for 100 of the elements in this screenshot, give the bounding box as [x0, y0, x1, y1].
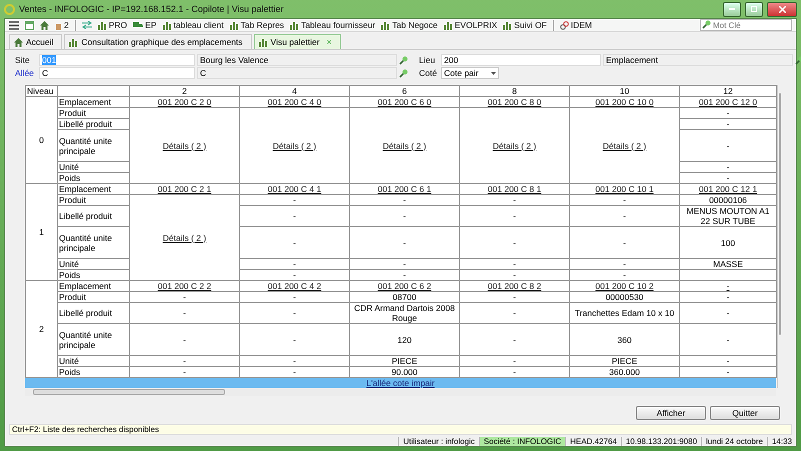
table-cell: - — [240, 292, 350, 302]
table-cell: - — [460, 226, 570, 258]
table-cell: 360 — [570, 324, 680, 356]
input-field[interactable]: C — [39, 67, 195, 79]
toolbar-button[interactable]: Tab Repres — [230, 20, 284, 30]
details-link[interactable]: Détails ( 2 ) — [162, 232, 206, 242]
input-field[interactable]: 200 — [441, 54, 601, 66]
table-cell: CDR Armand Dartois 2008 Rouge — [350, 302, 460, 324]
status-item: HEAD.42764 — [565, 437, 621, 446]
table-cell: - — [240, 324, 350, 356]
row-label: Produit — [58, 292, 130, 302]
table-cell: - — [240, 302, 350, 324]
details-link[interactable]: Détails ( 2 ) — [272, 140, 316, 150]
calendar-icon[interactable] — [25, 20, 34, 30]
toolbar-button[interactable]: EVOLPRIX — [444, 20, 498, 30]
table-cell: - — [680, 162, 776, 172]
horizontal-scrollbar[interactable] — [25, 388, 776, 396]
search-field[interactable]: Mot Clé — [700, 19, 792, 31]
table-cell: - — [460, 292, 570, 302]
table-cell: MASSE — [680, 258, 776, 270]
table-cell: - — [350, 226, 460, 258]
action-button[interactable]: Quitter — [710, 406, 780, 420]
toolbar-button[interactable]: PRO — [98, 20, 128, 30]
details-link[interactable]: Détails ( 2 ) — [602, 140, 646, 150]
table-cell: - — [130, 292, 240, 302]
location-link[interactable]: - — [726, 281, 730, 291]
swap-arrows-icon[interactable] — [82, 21, 92, 29]
table-cell: - — [240, 356, 350, 366]
table-cell: 08700 — [350, 292, 460, 302]
app-logo-icon — [4, 4, 15, 14]
bar-chart-icon — [381, 20, 390, 30]
search-icon[interactable] — [399, 56, 408, 64]
maximize-button[interactable] — [745, 2, 763, 16]
status-item: Société : INFOLOGIC — [478, 437, 566, 446]
status-item: lundi 24 octobre — [701, 437, 767, 446]
table-cell: - — [130, 356, 240, 366]
row-label: Emplacement — [58, 96, 130, 108]
table-cell: - — [680, 292, 776, 302]
toolbar-button[interactable]: tableau client — [162, 20, 224, 30]
status-item: 14:33 — [766, 437, 796, 446]
hint-text: Ctrl+F2: Liste des recherches disponibles — [9, 424, 792, 435]
table-cell: - — [680, 108, 776, 118]
table-cell: - — [350, 258, 460, 270]
odd-side-link[interactable]: L'allée cote impair — [25, 378, 776, 388]
caret-icon — [491, 72, 496, 74]
side-dropdown[interactable]: Cote pair — [441, 67, 499, 79]
column-header: 4 — [240, 86, 350, 96]
tab[interactable]: Visu palettier × — [254, 34, 341, 49]
table-cell: 00000530 — [570, 292, 680, 302]
close-icon — [778, 6, 786, 12]
details-link[interactable]: Détails ( 2 ) — [162, 140, 206, 150]
minimize-button[interactable] — [723, 2, 741, 16]
toolbar-button[interactable]: EP — [133, 20, 156, 30]
table-cell: - — [240, 226, 350, 258]
search-icon[interactable] — [702, 20, 711, 29]
column-header: 2 — [130, 86, 240, 96]
bar-chart-icon — [503, 20, 512, 30]
menu-icon[interactable] — [9, 20, 19, 30]
minimize-icon — [729, 8, 735, 10]
column-header: 10 — [570, 86, 680, 96]
field-label: Allée — [15, 68, 35, 78]
bar-chart-icon — [290, 20, 300, 30]
table-cell: - — [460, 194, 570, 206]
search-icon[interactable] — [399, 68, 408, 78]
vertical-scrollbar[interactable] — [777, 85, 778, 388]
level-number: 0 — [26, 96, 58, 184]
toolbar-button[interactable]: Tableau fournisseur — [290, 20, 376, 30]
toolbar-button[interactable]: Tab Negoce — [381, 20, 438, 30]
table-cell: MENUS MOUTON A1 22 SUR TUBE — [680, 206, 776, 226]
row-label: Libellé produit — [58, 302, 130, 324]
toolbar-button[interactable]: IDEM — [560, 20, 592, 30]
row-label: Emplacement — [58, 184, 130, 194]
column-header: 8 — [460, 86, 570, 96]
table-cell: - — [130, 302, 240, 324]
table-cell: - — [570, 270, 680, 280]
row-label: Poids — [58, 172, 130, 184]
truck-icon — [133, 21, 144, 29]
bar-chart-icon — [162, 20, 172, 30]
description-field: Bourg les Valence — [197, 54, 397, 66]
bar-chart-icon — [69, 38, 78, 46]
level-number: 2 — [26, 280, 58, 378]
details-link[interactable]: Détails ( 2 ) — [382, 140, 426, 150]
table-cell: - — [240, 258, 350, 270]
close-button[interactable] — [767, 2, 797, 16]
row-label: Produit — [58, 194, 130, 206]
tab[interactable]: Consultation graphique des emplacements — [64, 34, 252, 49]
action-button[interactable]: Afficher — [636, 406, 706, 420]
level-number: 1 — [26, 184, 58, 280]
table-cell: - — [680, 302, 776, 324]
details-link[interactable]: Détails ( 2 ) — [492, 140, 536, 150]
table-cell: - — [570, 258, 680, 270]
description-field: Emplacement — [603, 54, 793, 66]
row-label: Unité — [58, 258, 130, 270]
table-cell: - — [680, 356, 776, 366]
table-cell: - — [350, 270, 460, 280]
table-cell: - — [460, 324, 570, 356]
table-cell: - — [350, 206, 460, 226]
toolbar-button[interactable]: Suivi OF — [503, 20, 547, 30]
tab[interactable]: Accueil — [9, 34, 62, 49]
hand-counter-button[interactable]: 2 — [55, 20, 69, 30]
